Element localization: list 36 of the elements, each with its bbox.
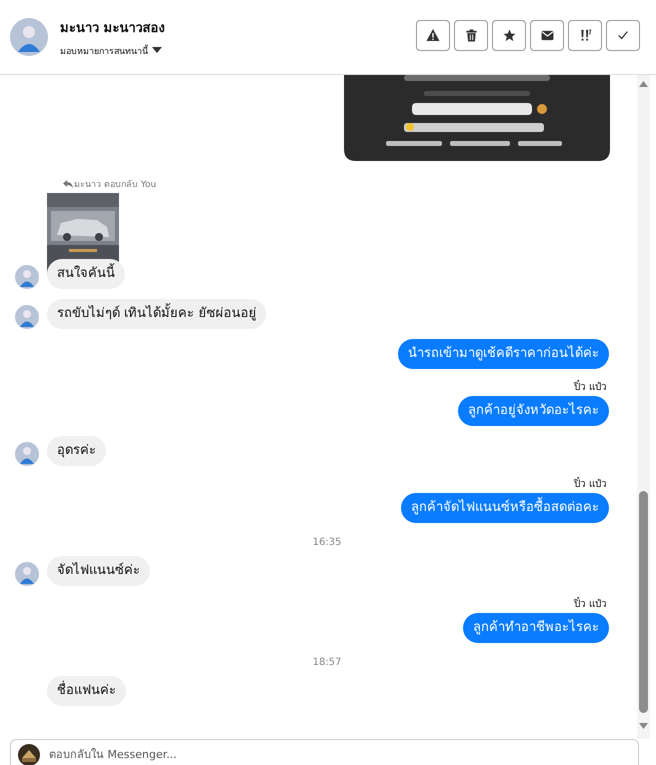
timestamp: 18:57	[312, 657, 342, 668]
caret-icon	[152, 47, 162, 54]
sender-name: ปิ๋ว แป๋ว	[574, 596, 607, 611]
page-avatar-icon	[18, 744, 40, 765]
warning-button[interactable]	[416, 20, 450, 50]
message-bubble: ลูกค้าจัดไฟแนนซ์หรือซื้อสดต่อคะ	[401, 493, 609, 523]
sender-name: ปิ๋ว แป๋ว	[574, 379, 607, 394]
message-bubble: ชื่อแฟนค่ะ	[47, 676, 126, 706]
assign-conversation-dropdown[interactable]: มอบหมายการสนทนานี้	[60, 44, 162, 58]
mail-button[interactable]	[530, 20, 564, 50]
timestamp: 16:35	[312, 537, 342, 548]
urgent-button[interactable]	[568, 20, 602, 50]
contact-name: มะนาว มะนาวสอง	[60, 20, 166, 38]
scroll-down-icon[interactable]	[639, 723, 648, 729]
message-bubble: รถขับไม่ๆด์ เทินได้มั้ยคะ ยัซผ่อนอยู่	[47, 299, 266, 329]
envelope-icon	[540, 30, 554, 40]
message-bubble: ลูกค้าทำอาชีพอะไรคะ	[463, 613, 609, 643]
trash-icon	[464, 28, 478, 42]
star-icon	[502, 28, 516, 42]
message-bubble: จัดไฟแนนซ์ค่ะ	[47, 556, 150, 586]
scrollbar[interactable]	[637, 75, 650, 739]
delete-button[interactable]	[454, 20, 488, 50]
exclamation-icon	[578, 28, 592, 42]
reply-icon	[63, 180, 73, 188]
message-bubble: อุดรค่ะ	[47, 436, 106, 466]
message-bubble: สนใจคันนี้	[47, 259, 125, 289]
check-icon	[617, 29, 629, 41]
avatar-icon	[10, 18, 48, 56]
message-bubble: ลูกค้าอยู่จังหวัดอะไรคะ	[458, 396, 609, 426]
scroll-up-icon[interactable]	[639, 81, 648, 87]
sender-name: ปิ๋ว แป๋ว	[574, 476, 607, 491]
reply-label: มะนาว ตอบกลับ You	[74, 179, 156, 191]
scrollbar-thumb[interactable]	[639, 491, 648, 713]
warning-icon	[426, 28, 440, 42]
star-button[interactable]	[492, 20, 526, 50]
message-bubble: นำรถเข้ามาดูเช้คดีราคาก่อนได้ค่ะ	[398, 339, 609, 369]
